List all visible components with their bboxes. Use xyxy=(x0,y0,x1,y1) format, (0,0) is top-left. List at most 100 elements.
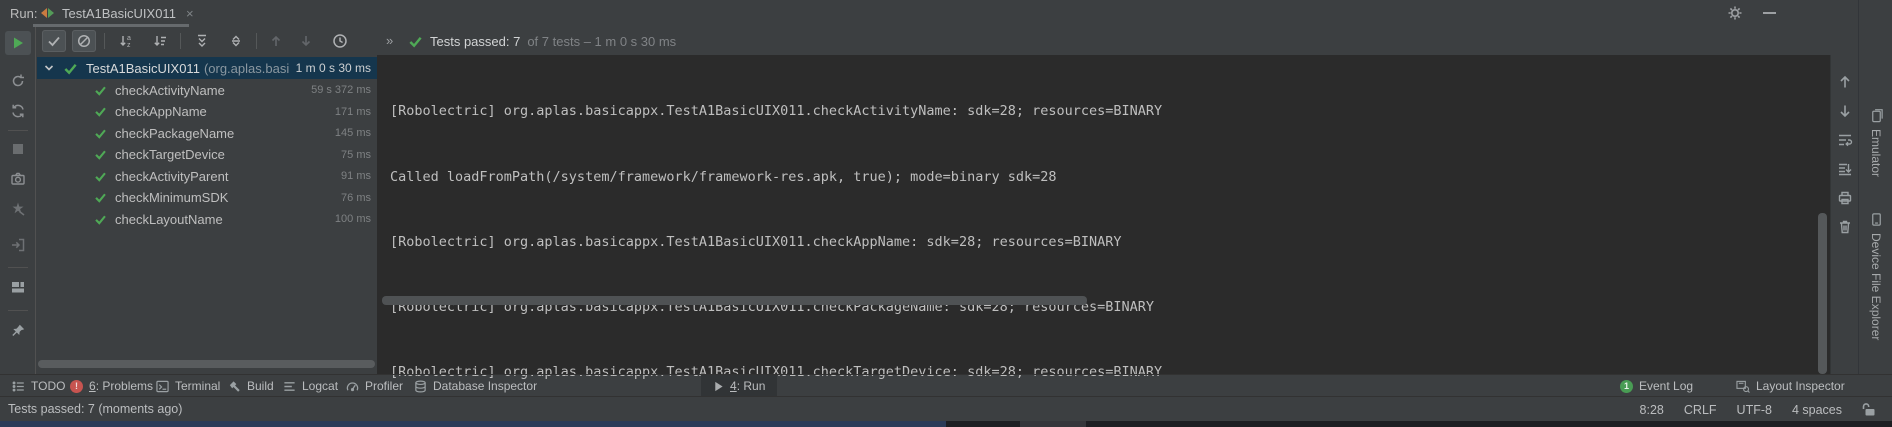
lock-icon[interactable] xyxy=(1862,402,1876,417)
collapse-all-button[interactable] xyxy=(224,30,248,52)
tool-button-database-inspector[interactable]: Database Inspector xyxy=(414,375,537,397)
toolbar-separator xyxy=(256,33,257,49)
print-icon[interactable] xyxy=(1836,189,1854,207)
layout-inspector-icon xyxy=(1736,380,1750,393)
test-passed-icon xyxy=(94,127,107,140)
right-tool-stripe: Emulator Device File Explorer xyxy=(1858,0,1892,374)
tool-button-terminal[interactable]: Terminal xyxy=(156,375,220,397)
chevron-down-icon[interactable] xyxy=(43,62,55,74)
restore-layout-icon[interactable] xyxy=(5,275,31,299)
todo-icon xyxy=(12,380,25,393)
test-row[interactable]: checkTargetDevice 75 ms xyxy=(37,144,377,166)
test-duration: 59 s 372 ms xyxy=(311,84,371,96)
previous-failed-test-button[interactable] xyxy=(264,30,288,52)
tool-button-todo[interactable]: TODO xyxy=(12,375,65,397)
tool-button-label: TODO xyxy=(31,379,65,393)
test-row[interactable]: checkMinimumSDK 76 ms xyxy=(37,187,377,209)
tool-button-layout-inspector[interactable]: Layout Inspector xyxy=(1736,375,1845,397)
test-row[interactable]: checkAppName 171 ms xyxy=(37,101,377,123)
attach-debugger-icon[interactable] xyxy=(5,233,31,257)
test-duration: 171 ms xyxy=(335,106,371,118)
status-message: Tests passed: 7 (moments ago) xyxy=(8,402,182,416)
test-passed-icon xyxy=(63,61,78,76)
expand-all-button[interactable] xyxy=(190,30,214,52)
scroll-to-end-icon[interactable] xyxy=(1836,160,1854,178)
console-output: [Robolectric] org.aplas.basicappx.TestA1… xyxy=(390,58,1178,427)
test-summary: Tests passed: 7 of 7 tests – 1 m 0 s 30 … xyxy=(408,27,676,55)
caret-position-widget[interactable]: 8:28 xyxy=(1640,403,1664,417)
test-row[interactable]: checkActivityName 59 s 372 ms xyxy=(37,79,377,101)
test-name: checkTargetDevice xyxy=(115,147,225,162)
thread-dump-icon[interactable] xyxy=(5,167,31,191)
test-name: checkPackageName xyxy=(115,126,234,141)
rerun-tests-button[interactable] xyxy=(5,31,31,55)
toolbar-separator xyxy=(8,267,28,268)
gear-icon[interactable] xyxy=(1727,5,1743,21)
test-runner-toolbar: az » Tests passed: 7 of 7 tests – 1 m 0 … xyxy=(0,27,1892,55)
tool-button-label: Profiler xyxy=(365,379,403,393)
sort-alphabetically-button[interactable]: az xyxy=(114,30,138,52)
tool-button-run-selected[interactable]: 4: Run xyxy=(701,375,777,397)
run-config-tab[interactable]: TestA1BasicUIX011 × xyxy=(33,0,202,26)
test-duration: 145 ms xyxy=(335,127,371,139)
rerun-failed-tests-button[interactable] xyxy=(5,69,31,93)
clear-console-icon[interactable] xyxy=(1836,218,1854,236)
terminal-icon xyxy=(156,380,169,393)
toolbar-overflow-icon[interactable]: » xyxy=(386,33,391,48)
toolbar-separator xyxy=(180,33,181,49)
test-duration: 91 ms xyxy=(341,170,371,182)
encoding-widget[interactable]: UTF-8 xyxy=(1737,403,1772,417)
show-ignored-button[interactable] xyxy=(72,30,96,52)
emulator-icon xyxy=(1869,108,1884,123)
test-passed-icon xyxy=(94,105,107,118)
console-vertical-scrollbar[interactable] xyxy=(1818,213,1827,374)
scroll-up-icon[interactable] xyxy=(1836,73,1854,91)
test-row[interactable]: checkPackageName 145 ms xyxy=(37,122,377,144)
soft-wrap-icon[interactable] xyxy=(1836,131,1854,149)
tool-button-label: Database Inspector xyxy=(433,379,537,393)
run-config-tab-label: TestA1BasicUIX011 xyxy=(62,6,176,21)
test-history-icon[interactable] xyxy=(328,30,352,52)
apply-changes-icon[interactable] xyxy=(5,197,31,221)
scroll-down-icon[interactable] xyxy=(1836,102,1854,120)
problems-error-icon: ! xyxy=(70,380,83,393)
tool-button-label: Build xyxy=(247,379,274,393)
next-failed-test-button[interactable] xyxy=(294,30,318,52)
stripe-label: Emulator xyxy=(1869,129,1883,177)
logcat-icon xyxy=(283,380,296,393)
close-icon[interactable]: × xyxy=(186,6,194,21)
tests-passed-details: of 7 tests – 1 m 0 s 30 ms xyxy=(527,34,676,49)
android-junit-config-icon xyxy=(41,7,56,19)
show-passed-button[interactable] xyxy=(42,30,66,52)
test-passed-icon xyxy=(94,148,107,161)
tool-button-problems[interactable]: ! 6: Problems xyxy=(70,375,153,397)
taskbar-highlight xyxy=(1020,421,1086,427)
test-row[interactable]: checkActivityParent 91 ms xyxy=(37,165,377,187)
tree-horizontal-scrollbar[interactable] xyxy=(38,360,375,368)
tool-button-build[interactable]: Build xyxy=(228,375,274,397)
toggle-auto-test-icon[interactable] xyxy=(5,99,31,123)
tool-button-label: 6: Problems xyxy=(89,379,153,393)
tool-button-label: Logcat xyxy=(302,379,338,393)
test-tree-panel: TestA1BasicUIX011 (org.aplas.basi 1 m 0 … xyxy=(37,55,377,374)
console-line: [Robolectric] org.aplas.basicappx.TestA1… xyxy=(390,232,1178,254)
stripe-button-device-file-explorer[interactable]: Device File Explorer xyxy=(1859,212,1892,340)
tool-button-event-log[interactable]: 1 Event Log xyxy=(1620,375,1693,397)
test-name: checkLayoutName xyxy=(115,212,223,227)
line-separator-widget[interactable]: CRLF xyxy=(1684,403,1717,417)
run-play-icon xyxy=(713,381,724,392)
indent-widget[interactable]: 4 spaces xyxy=(1792,403,1842,417)
test-root-row[interactable]: TestA1BasicUIX011 (org.aplas.basi 1 m 0 … xyxy=(37,57,377,79)
tool-button-profiler[interactable]: Profiler xyxy=(346,375,403,397)
tool-button-logcat[interactable]: Logcat xyxy=(283,375,338,397)
stop-button[interactable] xyxy=(5,137,31,161)
sort-by-duration-button[interactable] xyxy=(148,30,172,52)
test-row[interactable]: checkLayoutName 100 ms xyxy=(37,208,377,230)
toolbar-separator xyxy=(104,33,105,49)
stripe-button-emulator[interactable]: Emulator xyxy=(1859,108,1892,177)
test-passed-icon xyxy=(94,84,107,97)
hide-tool-window-icon[interactable] xyxy=(1763,12,1776,14)
console-horizontal-scrollbar[interactable] xyxy=(382,296,1087,305)
run-panel-left-toolbar xyxy=(0,27,36,374)
pin-tab-icon[interactable] xyxy=(5,319,31,343)
